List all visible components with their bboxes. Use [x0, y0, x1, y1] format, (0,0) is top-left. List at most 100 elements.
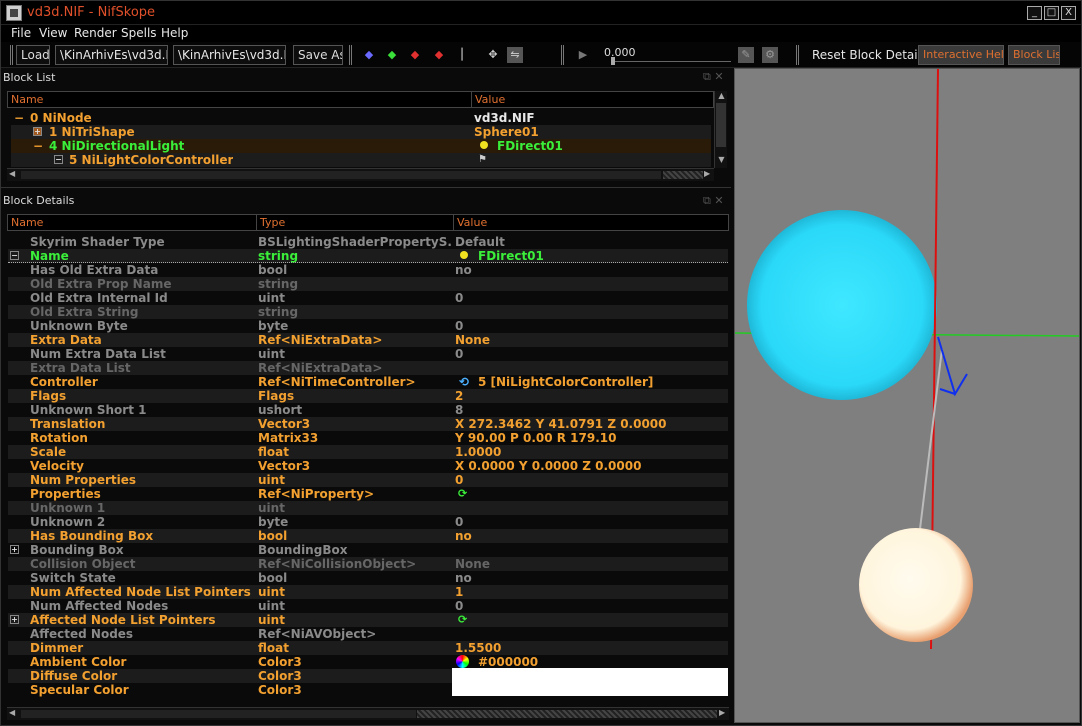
interactive-help-button[interactable]: Interactive Help — [918, 45, 1004, 65]
tree-row[interactable]: − 0 NiNode vd3d.NIF — [11, 111, 711, 125]
detail-row[interactable]: Old Extra Prop Name string — [8, 277, 728, 291]
block-details-hscrollbar[interactable]: ◀ ▶ — [7, 707, 729, 720]
app-icon — [6, 5, 22, 21]
name-column-header[interactable]: Name — [8, 215, 257, 230]
pan-icon[interactable]: ✥ — [485, 47, 501, 63]
maximize-button[interactable]: □ — [1044, 6, 1059, 20]
detail-row[interactable]: Unknown Short 1 ushort 8 — [8, 403, 728, 417]
load-button[interactable]: Load — [16, 45, 50, 65]
tree-row-selected[interactable]: − 4 NiDirectionalLight FDirect01 — [11, 139, 711, 153]
detail-row[interactable]: + Bounding Box BoundingBox — [8, 543, 728, 557]
block-list-scrollbar[interactable]: ▲ ▼ — [714, 91, 727, 168]
expander[interactable]: − — [14, 111, 24, 125]
detail-row[interactable]: Flags Flags 2 — [8, 389, 728, 403]
expander-icon[interactable]: + — [10, 545, 19, 554]
detail-row[interactable]: Skyrim Shader Type BSLightingShaderProper… — [8, 235, 728, 249]
scroll-right-icon[interactable]: ▶ — [719, 708, 725, 717]
detail-row[interactable]: + Affected Node List Pointers uint ⟳ — [8, 613, 728, 627]
render-viewport[interactable] — [734, 68, 1080, 723]
detail-row[interactable]: Unknown Byte byte 0 — [8, 319, 728, 333]
view-side-icon[interactable]: ◆ — [384, 47, 400, 63]
walk-icon[interactable]: ┃ — [454, 47, 470, 63]
view-user-icon[interactable]: ◆ — [431, 47, 447, 63]
menu-help[interactable]: Help — [161, 26, 188, 40]
time-slider-handle[interactable] — [611, 57, 615, 65]
detail-row[interactable]: Num Extra Data List uint 0 — [8, 347, 728, 361]
detail-row[interactable]: Extra Data List Ref<NiExtraData> — [8, 361, 728, 375]
expander-icon[interactable]: − — [10, 251, 19, 260]
detail-row[interactable]: Scale float 1.0000 — [8, 445, 728, 459]
detail-row[interactable]: Old Extra Internal Id uint 0 — [8, 291, 728, 305]
save-path-field[interactable]: \KinArhivEs\vd3d.NIF — [173, 45, 286, 65]
field-type: Vector3 — [258, 417, 311, 431]
field-type: byte — [258, 515, 289, 529]
flip-icon[interactable]: ⇋ — [507, 47, 523, 63]
time-slider[interactable] — [611, 61, 731, 62]
block-list-hscrollbar[interactable]: ◀ ▶ — [7, 168, 714, 181]
view-top-icon[interactable]: ◆ — [407, 47, 423, 63]
scrollbar-thumb[interactable] — [21, 710, 416, 718]
expander[interactable]: − — [54, 155, 63, 164]
detail-row[interactable]: Dimmer float 1.5500 — [8, 641, 728, 655]
detail-row[interactable]: Translation Vector3 X 272.3462 Y 41.0791 Z… — [8, 417, 728, 431]
detail-row[interactable]: Ambient Color Color3 #000000 — [8, 655, 728, 669]
detail-row[interactable]: Properties Ref<NiProperty> ⟳ — [8, 487, 728, 501]
field-type: byte — [258, 319, 289, 333]
expander-icon[interactable]: + — [10, 615, 19, 624]
tool-icon[interactable]: ✎ — [738, 47, 754, 63]
scrollbar-track — [417, 710, 717, 718]
value-column-header[interactable]: Value — [472, 92, 713, 107]
detail-row[interactable]: Controller Ref<NiTimeController> ⟲ 5 [NiLig… — [8, 375, 728, 389]
panel-float-icon[interactable]: ⧉ ✕ — [703, 194, 724, 208]
play-icon[interactable]: ▶ — [575, 47, 591, 63]
detail-row[interactable]: Unknown 2 byte 0 — [8, 515, 728, 529]
detail-row[interactable]: − Name string FDirect01 — [8, 249, 728, 263]
shader-icon[interactable]: ⚙ — [762, 47, 778, 63]
detail-row[interactable]: Unknown 1 uint — [8, 501, 728, 515]
scrollbar-thumb[interactable] — [21, 171, 661, 179]
view-front-icon[interactable]: ◆ — [361, 47, 377, 63]
light-sphere[interactable] — [859, 528, 973, 642]
menu-view[interactable]: View — [39, 26, 67, 40]
detail-row[interactable]: Extra Data Ref<NiExtraData> None — [8, 333, 728, 347]
block-list-button[interactable]: Block List — [1008, 45, 1060, 65]
minimize-button[interactable]: _ — [1027, 6, 1042, 20]
detail-row[interactable]: Has Old Extra Data bool no — [8, 263, 728, 277]
menu-render[interactable]: Render — [74, 26, 117, 40]
scrollbar-thumb[interactable] — [716, 103, 726, 147]
menu-file[interactable]: File — [11, 26, 31, 40]
detail-row[interactable]: Num Properties uint 0 — [8, 473, 728, 487]
detail-row[interactable]: Num Affected Node List Pointers uint 1 — [8, 585, 728, 599]
tree-row[interactable]: − 5 NiLightColorController ⚑ — [11, 153, 711, 167]
detail-row[interactable]: Affected Nodes Ref<NiAVObject> — [8, 627, 728, 641]
field-value[interactable]: FDirect01 — [478, 249, 738, 263]
scroll-left-icon[interactable]: ◀ — [9, 708, 15, 717]
detail-row[interactable]: Old Extra String string — [8, 305, 728, 319]
scroll-left-icon[interactable]: ◀ — [9, 169, 15, 178]
scroll-down-icon[interactable]: ▼ — [716, 155, 727, 166]
close-button[interactable]: X — [1061, 6, 1076, 20]
detail-row[interactable]: Switch State bool no — [8, 571, 728, 585]
scroll-right-icon[interactable]: ▶ — [704, 169, 710, 178]
expander[interactable]: + — [33, 127, 42, 136]
type-column-header[interactable]: Type — [257, 215, 454, 230]
expander[interactable]: − — [33, 139, 43, 153]
menu-spells[interactable]: Spells — [121, 26, 157, 40]
splitter[interactable] — [1, 187, 731, 188]
detail-row[interactable]: Collision Object Ref<NiCollisionObject> No… — [8, 557, 728, 571]
sphere01-mesh[interactable] — [747, 210, 937, 400]
save-as-button[interactable]: Save As — [293, 45, 343, 65]
load-path-field[interactable]: \KinArhivEs\vd3d.NIF — [55, 45, 168, 65]
panel-float-icon[interactable]: ⧉ ✕ — [703, 70, 724, 84]
detail-row[interactable]: Has Bounding Box bool no — [8, 529, 728, 543]
detail-row[interactable]: Num Affected Nodes uint 0 — [8, 599, 728, 613]
field-type: bool — [258, 529, 288, 543]
detail-row[interactable]: Rotation Matrix33 Y 90.00 P 0.00 R 179.10 — [8, 431, 728, 445]
field-type: ushort — [258, 403, 303, 417]
scroll-up-icon[interactable]: ▲ — [716, 91, 727, 102]
tree-row[interactable]: + 1 NiTriShape Sphere01 — [11, 125, 711, 139]
reset-block-details-button[interactable]: Reset Block Details — [812, 48, 927, 62]
detail-row[interactable]: Velocity Vector3 X 0.0000 Y 0.0000 Z 0.000… — [8, 459, 728, 473]
value-column-header[interactable]: Value — [454, 215, 728, 230]
name-column-header[interactable]: Name — [8, 92, 472, 107]
